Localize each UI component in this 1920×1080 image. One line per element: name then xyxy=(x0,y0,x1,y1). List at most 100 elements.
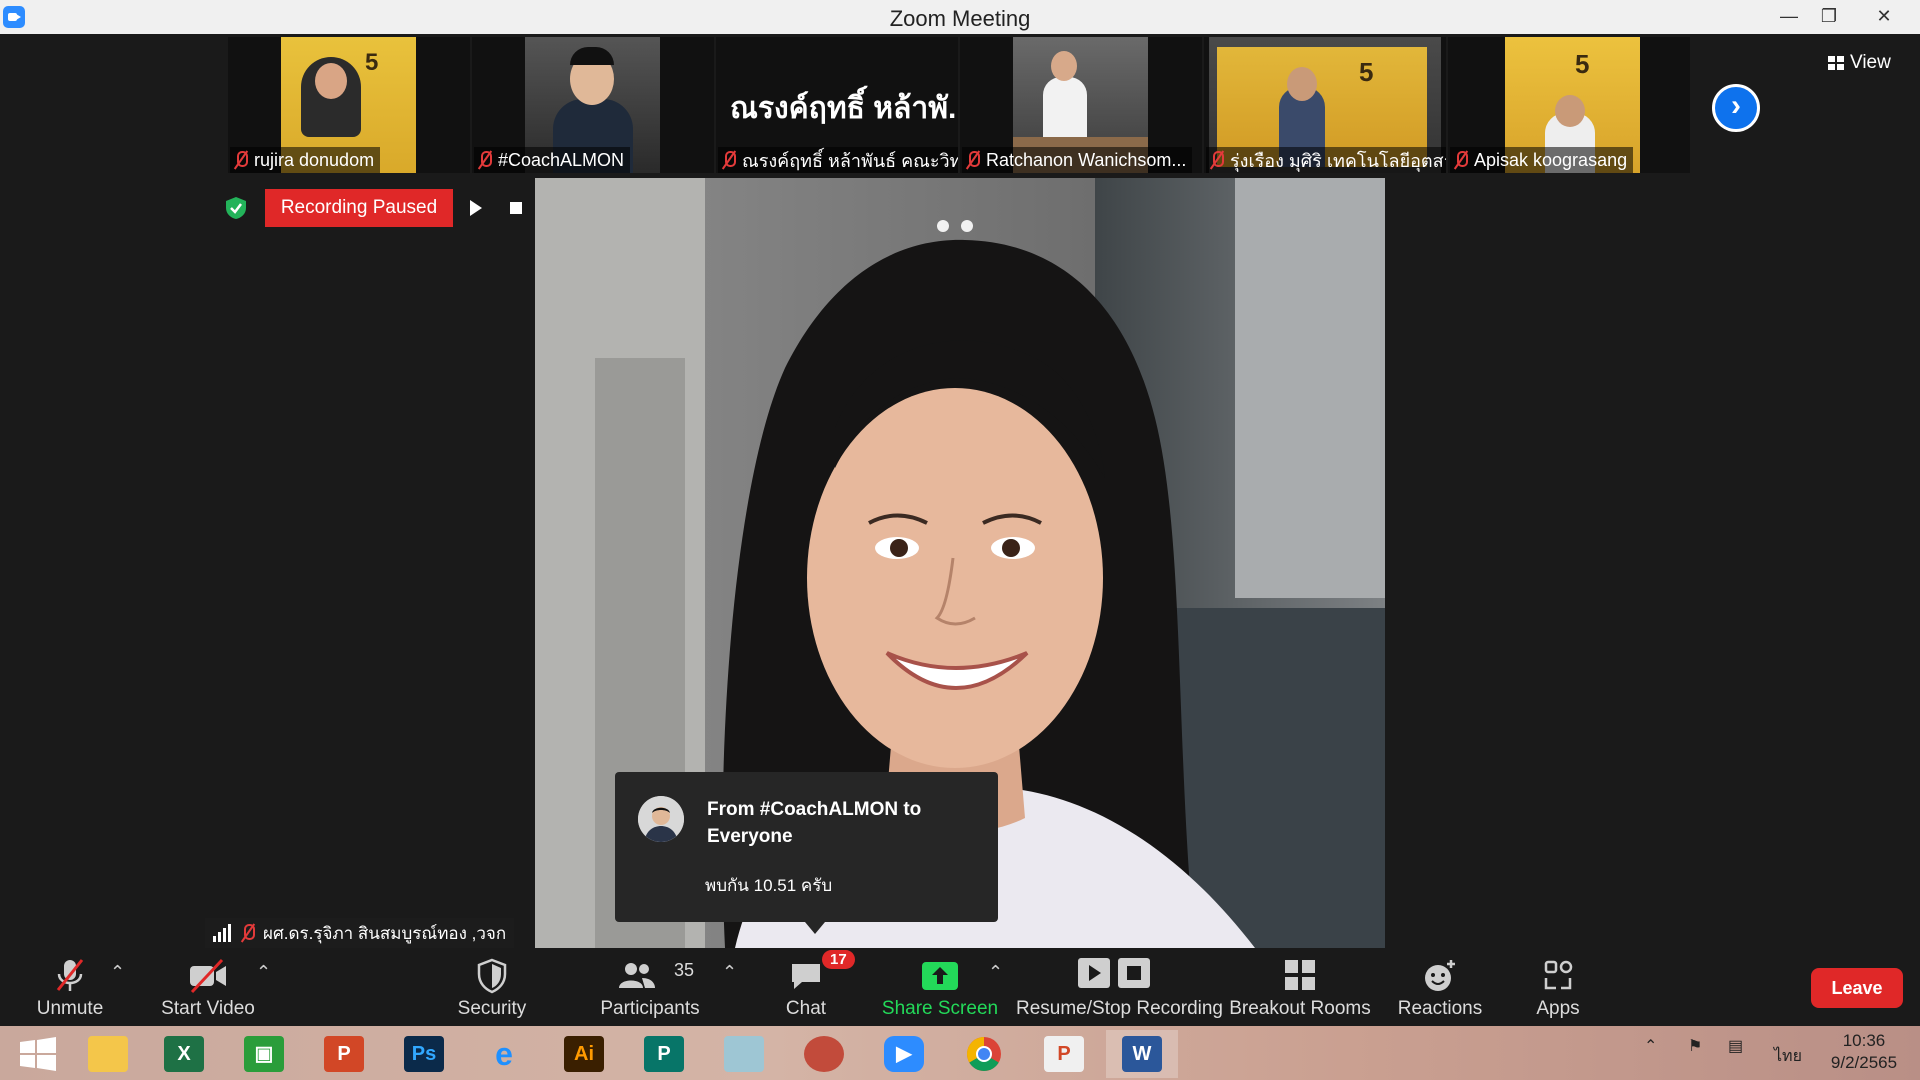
photoshop-icon[interactable]: Ps xyxy=(388,1030,460,1078)
speaker-name: ผศ.ดร.รุจิภา สินสมบูรณ์ทอง ,วจก xyxy=(263,923,507,943)
illustrator-icon[interactable]: Ai xyxy=(548,1030,620,1078)
share-options-chevron-icon[interactable]: ⌃ xyxy=(988,962,1003,983)
view-button[interactable]: View xyxy=(1828,52,1891,74)
sender-avatar-image xyxy=(638,796,684,842)
internet-explorer-icon[interactable]: e xyxy=(468,1030,540,1078)
active-speaker-label: ผศ.ดร.รุจิภา สินสมบูรณ์ทอง ,วจก xyxy=(205,918,515,948)
participant-name: Ratchanon Wanichsom... xyxy=(986,149,1187,170)
windows-start-icon[interactable] xyxy=(2,1030,74,1078)
participant-name-tile-text: ณรงค์ฤทธิ์ หล้าพั... xyxy=(730,92,958,125)
grid-view-icon xyxy=(1828,56,1844,70)
photoscape-icon[interactable] xyxy=(788,1030,860,1078)
participants-count: 35 xyxy=(674,960,695,980)
mic-muted-icon xyxy=(1454,150,1468,170)
participants-icon xyxy=(618,963,655,988)
resume-recording-button[interactable] xyxy=(460,189,492,227)
leave-button[interactable]: Leave xyxy=(1811,968,1903,1008)
emoji-add-icon xyxy=(1425,960,1455,991)
clock-time: 10:36 xyxy=(1842,1031,1886,1050)
taskbar-clock[interactable]: 10:36 9/2/2565 xyxy=(1818,1030,1910,1074)
participant-tile[interactable]: #CoachALMON xyxy=(472,37,714,173)
apps-button[interactable]: Apps xyxy=(1518,948,1598,1026)
start-video-label: Start Video xyxy=(161,998,255,1019)
zoom-taskbar-icon[interactable]: ▶ xyxy=(868,1030,940,1078)
reactions-button[interactable]: Reactions xyxy=(1390,948,1490,1026)
share-screen-label: Share Screen xyxy=(881,998,999,1019)
zoom-window: Zoom Meeting — ❐ ✕ 5 rujira donudom #Coa… xyxy=(0,0,1920,1080)
chrome-logo-icon xyxy=(967,1037,1001,1071)
participants-button[interactable]: 35 Participants xyxy=(590,948,710,1026)
participant-name-bar: Ratchanon Wanichsom... xyxy=(962,147,1193,173)
stop-recording-button[interactable] xyxy=(500,189,532,227)
record-controls-icon xyxy=(1078,958,1150,988)
unmute-label: Unmute xyxy=(36,998,104,1019)
action-center-flag-icon[interactable]: ⚑ xyxy=(1688,1036,1702,1056)
participant-name-bar: รุ่งเรือง มุศิริ เทคโนโลยีอุตสา... xyxy=(1206,147,1446,173)
chrome-icon[interactable] xyxy=(948,1030,1020,1078)
show-hidden-icons-chevron-icon[interactable]: ⌃ xyxy=(1644,1036,1657,1056)
participant-name-bar: #CoachALMON xyxy=(474,147,631,173)
powerpoint-viewer-icon[interactable]: P xyxy=(1028,1030,1100,1078)
video-options-chevron-icon[interactable]: ⌃ xyxy=(256,962,271,983)
restore-button[interactable]: ❐ xyxy=(1801,0,1857,34)
participant-tile[interactable]: 5 รุ่งเรือง มุศิริ เทคโนโลยีอุตสา... xyxy=(1204,37,1446,173)
participant-name-bar: Apisak koograsang xyxy=(1450,147,1634,173)
mic-muted-icon xyxy=(56,959,84,991)
breakout-rooms-button[interactable]: Breakout Rooms xyxy=(1228,948,1372,1026)
chat-notification[interactable]: From #CoachALMON to Everyone พบกัน 10.51… xyxy=(615,772,998,934)
participant-tile[interactable]: ณรงค์ฤทธิ์ หล้าพั... ณรงค์ฤทธิ์ หล้าพันธ… xyxy=(716,37,958,173)
start-video-button[interactable]: Start Video xyxy=(150,948,266,1026)
powerpoint-icon[interactable]: P xyxy=(308,1030,380,1078)
share-screen-button[interactable]: Share Screen xyxy=(880,948,1000,1026)
chat-sender-line: From #CoachALMON to Everyone xyxy=(707,799,922,847)
mic-muted-icon xyxy=(234,150,248,170)
share-screen-icon xyxy=(922,962,958,990)
audio-options-chevron-icon[interactable]: ⌃ xyxy=(110,962,125,983)
file-explorer-icon[interactable] xyxy=(72,1030,144,1078)
breakout-rooms-label: Breakout Rooms xyxy=(1229,998,1371,1019)
apps-label: Apps xyxy=(1536,998,1580,1019)
store-icon[interactable]: ▣ xyxy=(228,1030,300,1078)
participants-label: Participants xyxy=(600,998,700,1019)
windows-taskbar: X ▣ P Ps e Ai P ▶ P W xyxy=(0,1026,1920,1080)
close-button[interactable]: ✕ xyxy=(1856,0,1912,34)
mic-muted-icon xyxy=(966,150,980,170)
participant-tile[interactable]: 5 Apisak koograsang xyxy=(1448,37,1690,173)
shield-check-icon xyxy=(226,197,246,219)
reactions-label: Reactions xyxy=(1397,998,1483,1019)
input-language[interactable]: ไทย xyxy=(1774,1044,1802,1069)
chat-unread-badge: 17 xyxy=(822,950,855,969)
title-bar: Zoom Meeting — ❐ ✕ xyxy=(0,0,1920,34)
excel-icon[interactable]: X xyxy=(148,1030,220,1078)
apps-icon xyxy=(1544,960,1573,990)
participant-name: #CoachALMON xyxy=(498,149,625,170)
signal-strength-icon xyxy=(213,924,233,942)
participant-name-bar: rujira donudom xyxy=(230,147,381,173)
window-title: Zoom Meeting xyxy=(889,6,1031,31)
next-page-button[interactable]: › xyxy=(1712,84,1760,132)
publisher-icon[interactable]: P xyxy=(628,1030,700,1078)
word-icon[interactable]: W xyxy=(1106,1030,1178,1078)
participants-options-chevron-icon[interactable]: ⌃ xyxy=(722,962,737,983)
security-button[interactable]: Security xyxy=(442,948,542,1026)
avatar xyxy=(638,796,684,842)
video-off-icon xyxy=(190,958,226,994)
unmute-button[interactable]: Unmute xyxy=(20,948,120,1026)
clock-date: 9/2/2565 xyxy=(1830,1053,1898,1072)
resume-stop-recording-button[interactable]: Resume/Stop Recording xyxy=(1016,948,1223,1026)
security-label: Security xyxy=(457,998,527,1019)
mic-muted-icon xyxy=(478,150,492,170)
breakout-rooms-icon xyxy=(1285,960,1315,990)
chat-bubble-icon xyxy=(792,964,820,989)
recording-status: Recording Paused xyxy=(265,189,453,227)
participant-name-bar: ณรงค์ฤทธิ์ หล้าพันธ์ คณะวิทย์ xyxy=(718,147,958,173)
chat-message: พบกัน 10.51 ครับ xyxy=(705,876,833,895)
participant-tile[interactable]: Ratchanon Wanichsom... xyxy=(960,37,1202,173)
participant-tile[interactable]: 5 rujira donudom xyxy=(228,37,470,173)
notes-icon[interactable] xyxy=(708,1030,780,1078)
chat-button[interactable]: 17 Chat xyxy=(766,948,855,1026)
recording-label: Resume/Stop Recording xyxy=(1016,998,1223,1019)
meeting-toolbar: Unmute ⌃ Start Video ⌃ Security 35 Parti… xyxy=(0,948,1920,1026)
network-icon[interactable]: ▤ xyxy=(1728,1036,1743,1056)
mic-muted-icon xyxy=(241,923,255,943)
